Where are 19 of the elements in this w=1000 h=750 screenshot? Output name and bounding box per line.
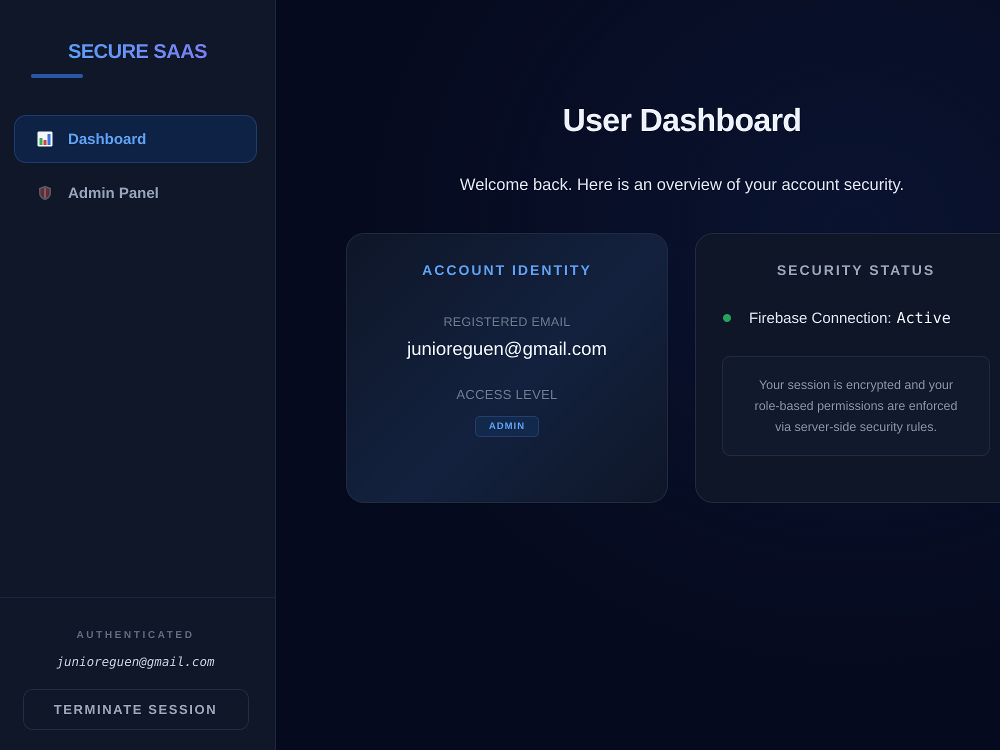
page-title: User Dashboard <box>562 101 802 140</box>
shield-icon <box>37 185 53 201</box>
field-label: REGISTERED EMAIL <box>443 314 571 330</box>
card-title: SECURITY STATUS <box>776 261 936 279</box>
nav-item[interactable]: Admin Panel <box>14 169 257 217</box>
security-note: Your session is encrypted and your role-based permissions are enforced via server-side security rules. <box>722 356 990 456</box>
auth-status-label: AUTHENTICATED <box>76 629 195 643</box>
user-email: junioreguen@gmail.com <box>56 653 215 671</box>
logo-underline <box>31 74 83 78</box>
role-badge: ADMIN <box>475 416 539 437</box>
connection-status: Active <box>896 309 951 327</box>
connection-label: Firebase Connection: <box>749 310 892 326</box>
card-title: ACCOUNT IDENTITY <box>422 261 592 279</box>
terminate-session-button[interactable]: TERMINATE SESSION <box>22 689 248 730</box>
email-value: junioreguen@gmail.com <box>407 337 607 361</box>
nav-item[interactable]: Dashboard <box>14 115 257 163</box>
field-label: ACCESS LEVEL <box>456 386 558 404</box>
bar-chart-icon <box>37 131 53 147</box>
page-subtitle: Welcome back. Here is an overview of your account security. <box>460 175 904 196</box>
